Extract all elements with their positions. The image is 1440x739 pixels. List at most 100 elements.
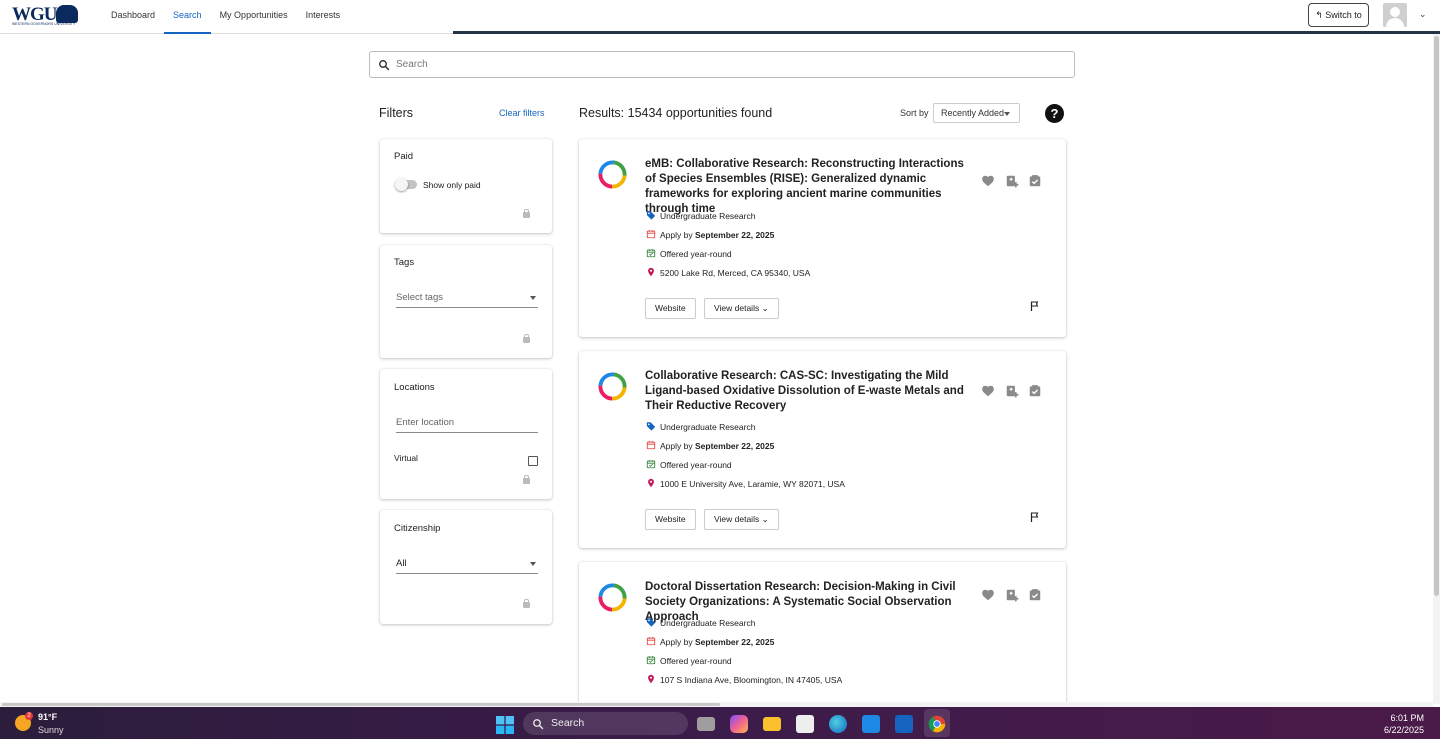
citizenship-label: Citizenship [394, 523, 441, 534]
nav-search[interactable]: Search [164, 0, 211, 34]
location-pin-icon [648, 267, 654, 277]
offered-schedule: Offered year-round [646, 459, 732, 471]
mark-applied-check-icon[interactable] [1028, 588, 1042, 602]
location-input[interactable]: Enter location [396, 413, 538, 433]
select-tags-placeholder: Select tags [396, 292, 443, 303]
sort-by-label: Sort by [900, 108, 929, 118]
filter-card-paid: Paid Show only paid [380, 139, 552, 233]
windows-taskbar: 2 91°F Sunny Search 6:01 PM 6/22/2025 [0, 707, 1440, 739]
dropdown-arrow-icon [1004, 112, 1010, 116]
apply-date: September 22, 2025 [694, 441, 775, 451]
windows-start-icon[interactable] [496, 716, 514, 734]
paid-label: Paid [394, 151, 414, 162]
microsoft-store-icon[interactable] [796, 715, 814, 733]
clock-date: 6/22/2025 [1383, 725, 1424, 735]
dropdown-arrow-icon [530, 296, 536, 300]
location-text: 107 S Indiana Ave, Bloomington, IN 47405… [660, 675, 843, 685]
file-explorer-icon[interactable] [763, 717, 781, 731]
photos-app-icon[interactable] [862, 715, 880, 733]
opportunity-card[interactable]: Collaborative Research: CAS-SC: Investig… [579, 351, 1066, 548]
location-text: 5200 Lake Rd, Merced, CA 95340, USA [660, 268, 811, 278]
select-tags-dropdown[interactable]: Select tags [396, 288, 538, 308]
switch-to-button[interactable]: ↰ Switch to [1308, 3, 1369, 27]
scrollbar-thumb[interactable] [2, 703, 720, 706]
search-placeholder: Search [396, 59, 428, 70]
offered-schedule: Offered year-round [646, 655, 732, 667]
add-to-list-icon[interactable] [1005, 174, 1019, 188]
offered-text: Offered year-round [660, 460, 732, 470]
opportunity-card[interactable]: Doctoral Dissertation Research: Decision… [579, 562, 1066, 707]
favorite-heart-icon[interactable] [981, 384, 995, 398]
virtual-checkbox[interactable] [528, 456, 538, 466]
citizenship-value: All [396, 558, 407, 569]
location-pin-icon [648, 674, 654, 684]
website-button[interactable]: Website [645, 509, 696, 530]
opportunity-card[interactable]: eMB: Collaborative Research: Reconstruct… [579, 139, 1066, 337]
virtual-label: Virtual [394, 453, 418, 463]
clock-time: 6:01 PM [1390, 713, 1424, 723]
account-chevron-down-icon[interactable]: ⌄ [1419, 9, 1427, 20]
tags-label: Tags [394, 257, 415, 268]
lock-icon [523, 209, 530, 218]
tag-icon [646, 618, 656, 627]
vertical-scrollbar[interactable] [1433, 34, 1440, 704]
scrollbar-thumb[interactable] [1434, 36, 1439, 596]
favorite-heart-icon[interactable] [981, 588, 995, 602]
nav-interests[interactable]: Interests [297, 0, 350, 34]
main-nav: Dashboard Search My Opportunities Intere… [102, 0, 349, 34]
opportunity-title[interactable]: eMB: Collaborative Research: Reconstruct… [645, 157, 975, 217]
offered-schedule: Offered year-round [646, 248, 732, 260]
location-placeholder: Enter location [396, 417, 455, 428]
calendar-check-icon [646, 656, 656, 665]
task-view-icon[interactable] [697, 717, 715, 731]
user-avatar[interactable] [1383, 3, 1407, 27]
top-navigation-bar: WGU WESTERN GOVERNORS UNIVERSITY Dashboa… [0, 0, 1440, 34]
opportunity-title[interactable]: Collaborative Research: CAS-SC: Investig… [645, 369, 975, 414]
add-to-list-icon[interactable] [1005, 384, 1019, 398]
lock-icon [523, 599, 530, 608]
opportunity-search-input[interactable]: Search [369, 51, 1075, 78]
show-only-paid-toggle[interactable] [395, 178, 417, 191]
weather-temperature[interactable]: 91°F [38, 712, 57, 722]
edge-browser-icon[interactable] [829, 715, 847, 733]
wgu-logo[interactable]: WGU WESTERN GOVERNORS UNIVERSITY [12, 4, 82, 26]
sort-value: Recently Added [941, 108, 1005, 118]
apply-by-date: Apply by September 22, 2025 [646, 636, 774, 648]
tag-icon [646, 211, 656, 220]
word-app-icon[interactable] [895, 715, 913, 733]
citizenship-dropdown[interactable]: All [396, 554, 538, 574]
system-clock[interactable]: 6:01 PM 6/22/2025 [1384, 712, 1424, 736]
apply-prefix: Apply by [660, 441, 693, 451]
tag-icon [646, 422, 656, 431]
logo-tagline: WESTERN GOVERNORS UNIVERSITY [12, 22, 76, 26]
dropdown-arrow-icon [530, 562, 536, 566]
mark-applied-check-icon[interactable] [1028, 174, 1042, 188]
chrome-browser-icon[interactable] [928, 715, 946, 733]
add-to-list-icon[interactable] [1005, 588, 1019, 602]
help-icon[interactable]: ? [1045, 104, 1064, 123]
view-details-label: View details [714, 514, 760, 524]
report-flag-icon[interactable] [1029, 510, 1041, 524]
taskbar-search-box[interactable]: Search [523, 712, 688, 735]
weather-condition[interactable]: Sunny [38, 725, 64, 735]
sort-dropdown[interactable]: Recently Added [933, 103, 1020, 123]
favorite-heart-icon[interactable] [981, 174, 995, 188]
apply-by-date: Apply by September 22, 2025 [646, 440, 774, 452]
tag-text: Undergraduate Research [660, 211, 756, 221]
view-details-button[interactable]: View details ⌄ [704, 298, 779, 319]
report-flag-icon[interactable] [1029, 299, 1041, 313]
view-details-button[interactable]: View details ⌄ [704, 509, 779, 530]
calendar-deadline-icon [646, 637, 656, 646]
apply-by-date: Apply by September 22, 2025 [646, 229, 774, 241]
opportunity-tag: Undergraduate Research [646, 210, 755, 222]
calendar-deadline-icon [646, 230, 656, 239]
clear-filters-link[interactable]: Clear filters [499, 108, 545, 118]
nav-dashboard[interactable]: Dashboard [102, 0, 164, 34]
lock-icon [523, 334, 530, 343]
website-button[interactable]: Website [645, 298, 696, 319]
chevron-down-icon: ⌄ [761, 303, 769, 313]
mark-applied-check-icon[interactable] [1028, 384, 1042, 398]
nav-my-opportunities[interactable]: My Opportunities [211, 0, 297, 34]
apply-prefix: Apply by [660, 230, 693, 240]
copilot-icon[interactable] [730, 715, 748, 733]
